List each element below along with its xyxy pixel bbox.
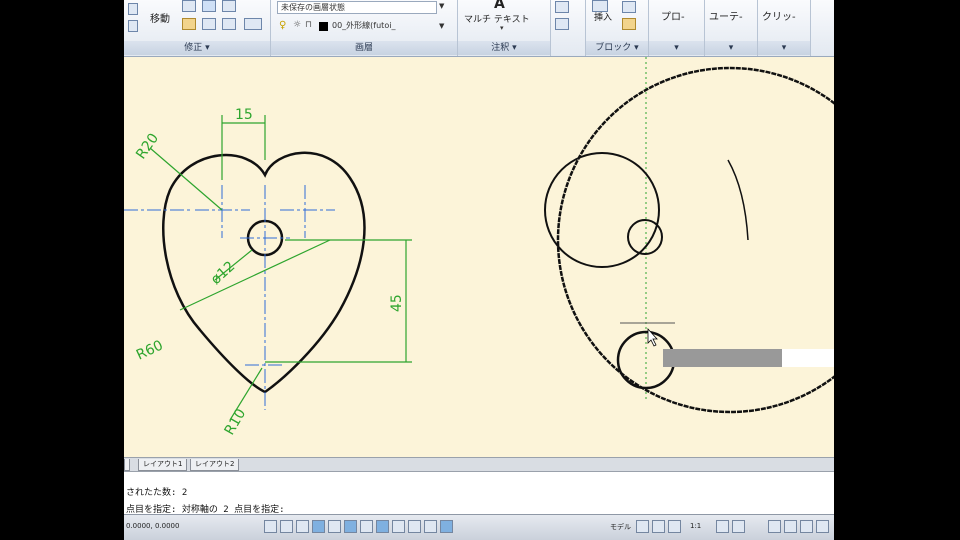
command-line[interactable]: されたた数: 2 点目を指定: 対称軸の 2 点目を指定: — [124, 471, 834, 515]
annotation-visibility-button[interactable] — [716, 520, 729, 533]
lock-icon[interactable]: ⊓ — [305, 20, 312, 30]
layers-panel-title[interactable]: 画層 — [271, 41, 457, 55]
block-panel-title[interactable]: ブロック ▾ — [586, 41, 648, 55]
model-label[interactable]: モデル — [610, 522, 631, 532]
dimension-lines — [149, 115, 412, 421]
layer-combo[interactable]: 00_外形線(futoi_ — [329, 20, 441, 33]
dim-dia12-label[interactable]: ø12 — [208, 258, 238, 288]
left-circle[interactable] — [544, 152, 660, 268]
text-icon[interactable]: A — [494, 0, 505, 12]
rotate-icon[interactable] — [182, 0, 196, 12]
trim-icon[interactable] — [202, 0, 216, 12]
heart-outline[interactable] — [162, 151, 366, 394]
otrack-button[interactable] — [344, 520, 357, 533]
block-panel: 挿入 ブロック ▾ — [586, 0, 649, 56]
dim-45-label[interactable]: 45 — [389, 294, 405, 312]
leader-icon[interactable] — [555, 18, 569, 30]
hardware-accel-button[interactable] — [800, 520, 813, 533]
dim-r10-label[interactable]: R10 — [222, 406, 250, 438]
properties-button[interactable]: プロ- — [661, 8, 685, 23]
insert-button[interactable]: 挿入 — [594, 10, 612, 23]
app-window: 移動 修正 ▾ 未保存の画層状態 ▼ ♀ ☼ ⊓ 00_外形線(futoi_ ▼… — [124, 0, 834, 540]
mirror-icon[interactable] — [128, 3, 138, 15]
layer-state-combo[interactable]: 未保存の画層状態 — [277, 1, 437, 14]
layout-tabs: レイアウト1 レイアウト2 — [124, 457, 834, 471]
lineweight-button[interactable] — [392, 520, 405, 533]
chevron-down-icon[interactable]: ▾ — [649, 41, 704, 55]
fillet-icon[interactable] — [244, 18, 262, 30]
move-button[interactable]: 移動 — [150, 10, 170, 25]
autoscale-button[interactable] — [732, 520, 745, 533]
dimension-icon[interactable] — [555, 1, 569, 13]
chevron-down-icon[interactable]: ▼ — [439, 22, 444, 30]
dynamic-input-field[interactable] — [782, 349, 834, 367]
ducs-button[interactable] — [360, 520, 373, 533]
utilities-button[interactable]: ユーテ- — [709, 8, 743, 23]
dim-15-label[interactable]: 15 — [235, 107, 253, 123]
status-bar: 0.0000, 0.0000 モデル 1:1 — [124, 514, 834, 540]
annotation-scale[interactable]: 1:1 — [690, 522, 701, 530]
annotation-panel: A マルチ テキスト ▾ 注釈 ▾ — [458, 0, 551, 56]
create-block-icon[interactable] — [622, 1, 636, 13]
quick-props-button[interactable] — [424, 520, 437, 533]
workspace-gear-icon[interactable] — [768, 520, 781, 533]
tab-layout2[interactable]: レイアウト2 — [190, 459, 240, 471]
clipboard-panel: クリッ- ▾ — [758, 0, 811, 56]
annotate-tools — [551, 0, 586, 56]
command-history: されたた数: 2 — [126, 488, 188, 498]
snap-button[interactable] — [264, 520, 277, 533]
chevron-down-icon[interactable]: ▾ — [758, 41, 810, 55]
properties-panel: プロ- ▾ — [649, 0, 705, 56]
coordinates-readout: 0.0000, 0.0000 — [126, 522, 180, 530]
model-tab[interactable] — [124, 459, 130, 471]
modify-panel: 移動 修正 ▾ — [124, 0, 271, 56]
layer-color-swatch — [319, 22, 328, 31]
dim-r20-label[interactable]: R20 — [133, 131, 162, 163]
heart-drawing[interactable] — [162, 151, 366, 394]
chevron-down-icon[interactable]: ▾ — [500, 24, 504, 32]
dynamic-input-box[interactable] — [663, 349, 782, 367]
dyn-button[interactable] — [376, 520, 389, 533]
copy-icon[interactable] — [128, 20, 138, 32]
lock-icon[interactable] — [784, 520, 797, 533]
circles-drawing[interactable] — [544, 57, 834, 414]
sun-icon[interactable]: ☼ — [293, 20, 301, 30]
lightbulb-icon[interactable]: ♀ — [279, 20, 286, 31]
mtext-button[interactable]: マルチ テキスト — [464, 12, 530, 25]
clean-screen-button[interactable] — [816, 520, 829, 533]
drawing-canvas[interactable]: 15 R20 ø12 45 R60 R10 — [124, 57, 834, 457]
polar-button[interactable] — [312, 520, 325, 533]
layers-panel: 未保存の画層状態 ▼ ♀ ☼ ⊓ 00_外形線(futoi_ ▼ 画層 — [271, 0, 458, 56]
scale-icon[interactable] — [202, 18, 216, 30]
osnap-button[interactable] — [328, 520, 341, 533]
tab-layout1[interactable]: レイアウト1 — [138, 459, 188, 471]
ortho-button[interactable] — [296, 520, 309, 533]
grid-button[interactable] — [280, 520, 293, 533]
centerlines — [124, 185, 335, 410]
utilities-panel: ユーテ- ▾ — [705, 0, 758, 56]
ribbon: 移動 修正 ▾ 未保存の画層状態 ▼ ♀ ☼ ⊓ 00_外形線(futoi_ ▼… — [124, 0, 834, 57]
array-icon[interactable] — [222, 18, 236, 30]
chevron-down-icon[interactable]: ▾ — [705, 41, 757, 55]
clipboard-button[interactable]: クリッ- — [762, 8, 796, 23]
transparency-button[interactable] — [408, 520, 421, 533]
modify-panel-title[interactable]: 修正 ▾ — [124, 41, 270, 55]
stretch-icon[interactable] — [182, 18, 196, 30]
dim-r60-label[interactable]: R60 — [134, 337, 166, 363]
pan-button[interactable] — [668, 520, 681, 533]
layout-button[interactable] — [636, 520, 649, 533]
selection-cycling-button[interactable] — [440, 520, 453, 533]
annotation-panel-title[interactable]: 注釈 ▾ — [458, 41, 550, 55]
edit-block-icon[interactable] — [622, 18, 636, 30]
arc-fragment[interactable] — [727, 159, 749, 241]
viewport-button[interactable] — [652, 520, 665, 533]
extend-icon[interactable] — [222, 0, 236, 12]
chevron-down-icon[interactable]: ▼ — [439, 2, 444, 10]
